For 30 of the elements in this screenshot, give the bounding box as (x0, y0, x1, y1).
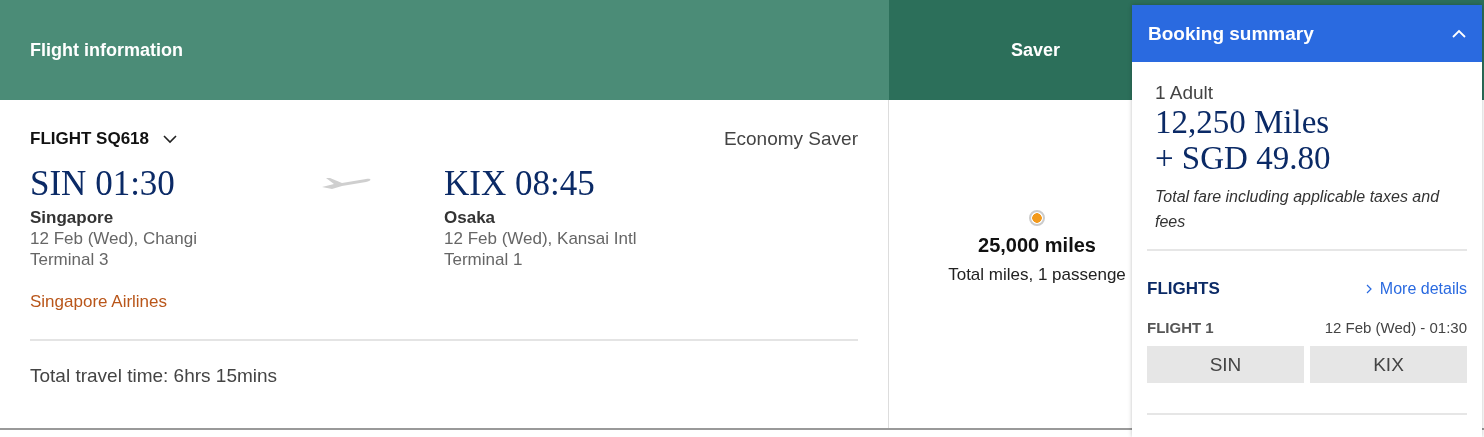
terminal: Terminal 3 (30, 249, 110, 270)
airline-name: Singapore Airlines (30, 292, 169, 312)
column-heading: Saver (1011, 39, 1061, 61)
column-heading: Flight information (30, 39, 183, 61)
flight-toggle[interactable]: FLIGHT SQ618 (30, 129, 178, 149)
travel-time: Total travel time: 6hrs 15mins (30, 365, 279, 387)
radio-button[interactable] (1029, 210, 1045, 226)
miles-note: Total miles, 1 passenge (948, 265, 1126, 285)
date-airport: 12 Feb (Wed), Kansai Intl (444, 228, 638, 249)
flight-date: 12 Feb (Wed) - 01:30 (1324, 319, 1467, 336)
chevron-up-icon[interactable] (1452, 29, 1466, 38)
more-details-link[interactable]: More details (1365, 280, 1467, 298)
panel-title: Booking summary (1148, 22, 1314, 45)
city-name: Singapore (30, 208, 115, 228)
date-airport: 12 Feb (Wed), Changi (30, 228, 198, 249)
fare-note: Total fare including applicable taxes and fees (1154, 187, 1441, 232)
airport-time: SIN 01:30 (30, 164, 176, 204)
flight-label: FLIGHT 1 (1147, 319, 1214, 336)
destination-segment: KIX (1310, 346, 1467, 383)
section-heading: FLIGHTS (1147, 279, 1220, 299)
origin-segment: SIN (1147, 346, 1304, 383)
city-name: Osaka (444, 208, 497, 228)
chevron-right-icon (1365, 284, 1372, 294)
terminal: Terminal 1 (444, 249, 524, 270)
total-cash: + SGD 49.80 (1154, 140, 1332, 176)
airport-time: KIX 08:45 (444, 164, 596, 204)
cabin-class: Economy Saver (723, 128, 858, 150)
passenger-count: 1 Adult (1154, 82, 1215, 104)
miles-amount: 25,000 miles (978, 234, 1096, 257)
total-miles: 12,250 Miles (1154, 104, 1331, 140)
